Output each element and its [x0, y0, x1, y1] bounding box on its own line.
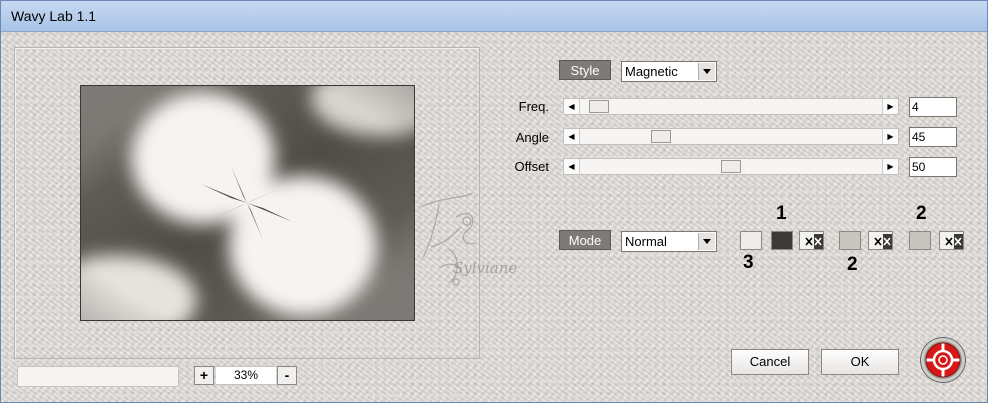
angle-label: Angle [515, 130, 549, 145]
cancel-button[interactable]: Cancel [731, 349, 809, 375]
arrow-left-icon[interactable]: ◀ [564, 129, 580, 144]
annotation-2-right: 2 [916, 203, 927, 224]
mode-label: Mode [559, 230, 611, 250]
zoom-out-button[interactable]: - [277, 366, 297, 385]
wavy-lab-dialog: Wavy Lab 1.1 Sylviane + 33% - Style Magn… [0, 0, 988, 403]
arrow-right-icon[interactable]: ▶ [882, 99, 898, 114]
mode-select[interactable]: Normal [621, 231, 717, 252]
swap-colors-icon[interactable] [799, 231, 824, 250]
style-select[interactable]: Magnetic [621, 61, 717, 82]
annotation-1: 1 [776, 203, 787, 224]
status-field [17, 366, 179, 387]
watermark-logo: Sylviane [420, 192, 517, 286]
watermark-text: Sylviane [453, 259, 517, 277]
freq-label: Freq. [518, 99, 549, 114]
mode-select-value: Normal [625, 234, 667, 249]
chevron-down-icon[interactable] [698, 63, 715, 80]
ok-button[interactable]: OK [821, 349, 899, 375]
style-select-value: Magnetic [625, 64, 678, 79]
chevron-down-icon[interactable] [698, 233, 715, 250]
arrow-left-icon[interactable]: ◀ [564, 159, 580, 174]
color-swatch-3[interactable] [740, 231, 762, 250]
magnetic-pattern-preview [81, 86, 414, 320]
arrow-right-icon[interactable]: ▶ [882, 129, 898, 144]
swap-colors-icon[interactable] [939, 231, 964, 250]
style-label: Style [559, 60, 611, 80]
angle-slider-thumb[interactable] [651, 130, 671, 143]
zoom-level: 33% [216, 366, 276, 385]
offset-slider[interactable]: ◀ ▶ [563, 158, 899, 175]
arrow-right-icon[interactable]: ▶ [882, 159, 898, 174]
freq-slider-thumb[interactable] [589, 100, 609, 113]
arrow-left-icon[interactable]: ◀ [564, 99, 580, 114]
color-swatch-2a[interactable] [839, 231, 861, 250]
offset-value-input[interactable]: 50 [909, 157, 957, 177]
swap-colors-icon[interactable] [868, 231, 893, 250]
preview-image[interactable] [80, 85, 415, 321]
zoom-in-button[interactable]: + [194, 366, 214, 385]
annotation-3: 3 [743, 252, 754, 273]
freq-slider[interactable]: ◀ ▶ [563, 98, 899, 115]
color-swatch-2b[interactable] [909, 231, 931, 250]
angle-value-input[interactable]: 45 [909, 127, 957, 147]
annotation-2-middle: 2 [847, 254, 858, 275]
angle-slider[interactable]: ◀ ▶ [563, 128, 899, 145]
color-swatch-1[interactable] [771, 231, 793, 250]
help-lifebuoy-icon[interactable] [921, 338, 965, 382]
offset-label: Offset [514, 159, 549, 174]
freq-value-input[interactable]: 4 [909, 97, 957, 117]
title-bar: Wavy Lab 1.1 [1, 1, 987, 32]
window-title: Wavy Lab 1.1 [11, 8, 97, 24]
offset-slider-thumb[interactable] [721, 160, 741, 173]
